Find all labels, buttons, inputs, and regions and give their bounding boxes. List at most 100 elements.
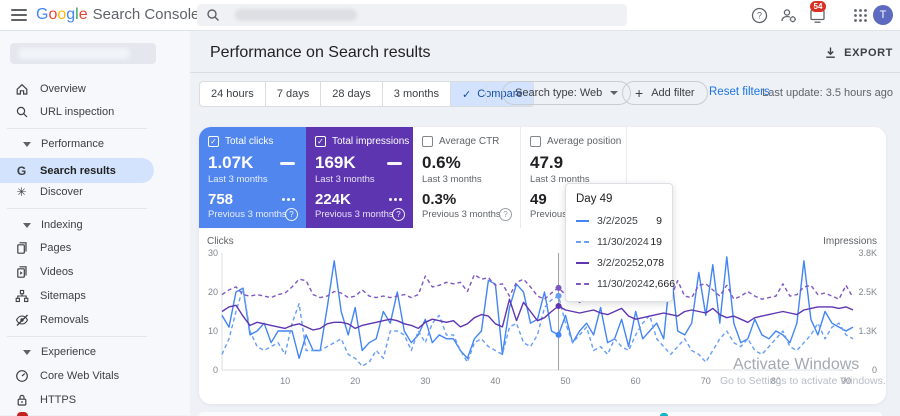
svg-text:20: 20 — [208, 287, 218, 297]
tooltip-row: 3/2/2025 9 — [576, 210, 662, 231]
metric-card-total-impressions[interactable]: ✓ Total impressions 169K Last 3 months 22… — [306, 127, 413, 228]
g-search-results-icon: G — [16, 163, 27, 178]
svg-text:30: 30 — [420, 376, 430, 386]
download-icon — [826, 47, 835, 58]
sidebar-section-experience[interactable]: Experience — [0, 341, 190, 363]
sidebar-item-label: HTTPS — [40, 394, 77, 406]
sidebar-item-discover[interactable]: ✳ Discover — [0, 180, 190, 204]
home-icon — [14, 82, 29, 97]
chevron-down-icon — [610, 91, 619, 95]
help-icon[interactable]: ? — [499, 208, 512, 221]
logo-letter: g — [66, 6, 76, 23]
range-24-hours-button[interactable]: 24 hours — [200, 82, 265, 106]
sidebar-item-core-web-vitals[interactable]: Core Web Vitals — [0, 364, 190, 388]
chevron-down-icon — [23, 349, 31, 355]
check-icon: ✓ — [462, 88, 472, 101]
chart-tooltip: Day 49 3/2/2025 9 11/30/2024 19 3/2/2025… — [565, 183, 675, 302]
discover-icon: ✳ — [16, 185, 27, 199]
search-icon — [207, 9, 219, 21]
checkbox-checked[interactable]: ✓ — [315, 136, 326, 147]
sidebar-section-label: Performance — [41, 138, 104, 150]
checkbox-unchecked[interactable]: ✓ — [422, 136, 433, 147]
metric-value-previous: 49 — [530, 191, 547, 208]
solid-line-indicator — [387, 161, 402, 165]
search-input[interactable] — [197, 4, 627, 26]
apps-grid-icon[interactable] — [852, 7, 869, 24]
svg-text:10: 10 — [280, 376, 290, 386]
next-card-sliver — [199, 412, 882, 416]
sidebar-section-label: Experience — [41, 346, 97, 358]
divider — [190, 72, 900, 73]
main-content: Performance on Search results EXPORT 24 … — [190, 31, 900, 416]
metric-value-previous: 224K — [315, 191, 351, 208]
help-icon[interactable]: ? — [751, 7, 768, 24]
logo-product-name: Search Console — [92, 6, 200, 23]
sitemaps-icon — [14, 289, 29, 304]
sidebar-item-url-inspection[interactable]: URL inspection — [0, 100, 190, 124]
metric-period: Last 3 months — [315, 174, 375, 185]
checkbox-checked[interactable]: ✓ — [208, 136, 219, 147]
sidebar-item-removals[interactable]: Removals — [0, 308, 190, 332]
filter-bar: 24 hours 7 days 28 days 3 months ✓ Compa… — [190, 81, 900, 107]
sidebar-item-label: Core Web Vitals — [40, 370, 120, 382]
sidebar-item-label: Videos — [40, 266, 74, 278]
search-type-dropdown[interactable]: Search type: Web — [502, 81, 632, 105]
sidebar-divider — [7, 208, 147, 209]
avatar[interactable]: T — [873, 5, 893, 25]
sidebar: Overview URL inspection Performance G Se… — [0, 31, 190, 416]
svg-text:1.3K: 1.3K — [858, 326, 877, 336]
metric-value: 0.6% — [422, 153, 461, 172]
help-icon[interactable]: ? — [285, 208, 298, 221]
metric-period: Previous 3 months — [208, 209, 287, 220]
tooltip-row: 3/2/2025 2,078 — [576, 252, 664, 273]
svg-text:50: 50 — [561, 376, 571, 386]
metric-card-average-ctr[interactable]: ✓Average CTR 0.6% Last 3 months 0.3% Pre… — [413, 127, 520, 228]
sidebar-item-overview[interactable]: Overview — [0, 77, 190, 101]
range-3-months-button[interactable]: 3 months — [381, 82, 450, 106]
svg-text:0: 0 — [872, 365, 877, 375]
sidebar-item-https[interactable]: HTTPS — [0, 388, 190, 412]
reset-filters-link[interactable]: Reset filters — [709, 86, 770, 98]
add-filter-button[interactable]: + Add filter — [622, 81, 708, 105]
chevron-down-icon — [23, 222, 31, 228]
sidebar-section-performance[interactable]: Performance — [0, 133, 190, 155]
gauge-icon — [14, 369, 29, 384]
property-selector-redacted[interactable] — [10, 43, 156, 64]
svg-text:?: ? — [757, 11, 762, 21]
sidebar-item-sitemaps[interactable]: Sitemaps — [0, 284, 190, 308]
metric-card-total-clicks[interactable]: ✓ Total clicks 1.07K Last 3 months 758 Pr… — [199, 127, 306, 228]
security-icon-partial — [17, 412, 28, 416]
activate-windows-watermark-sub: Go to Settings to activate Windows. — [720, 375, 886, 387]
range-7-days-button[interactable]: 7 days — [264, 82, 320, 106]
svg-text:30: 30 — [208, 248, 218, 258]
dashed-line-indicator — [389, 198, 402, 201]
notification-count-badge: 54 — [810, 1, 826, 12]
metric-period: Last 3 months — [422, 174, 482, 185]
user-settings-icon[interactable] — [780, 7, 797, 24]
activate-windows-watermark: Activate Windows — [733, 356, 860, 373]
impressions-current-swatch — [576, 261, 589, 264]
plus-icon: + — [635, 85, 644, 101]
sidebar-section-indexing[interactable]: Indexing — [0, 214, 190, 236]
svg-text:20: 20 — [350, 376, 360, 386]
tooltip-row: 11/30/2024 2,666 — [576, 273, 675, 294]
metric-value-previous: 758 — [208, 191, 234, 208]
videos-icon — [14, 265, 29, 280]
checkbox-unchecked[interactable]: ✓ — [530, 136, 541, 147]
metric-period: Previous 3 months — [315, 209, 394, 220]
export-button[interactable]: EXPORT — [824, 46, 893, 59]
range-28-days-button[interactable]: 28 days — [320, 82, 382, 106]
sidebar-divider — [7, 336, 147, 337]
sidebar-item-label: Discover — [40, 186, 83, 198]
sidebar-item-label: Overview — [40, 83, 86, 95]
metric-period: Previous 3 months — [422, 209, 501, 220]
sidebar-item-videos[interactable]: Videos — [0, 260, 190, 284]
metric-period: Last 3 months — [208, 174, 268, 185]
logo-letter: o — [48, 6, 58, 23]
sidebar-divider — [7, 128, 147, 129]
page-title: Performance on Search results — [210, 44, 431, 61]
hamburger-menu-icon[interactable] — [11, 9, 27, 21]
sidebar-item-pages[interactable]: Pages — [0, 236, 190, 260]
google-search-console-logo[interactable]: Google Search Console — [36, 6, 199, 24]
help-icon[interactable]: ? — [392, 208, 405, 221]
